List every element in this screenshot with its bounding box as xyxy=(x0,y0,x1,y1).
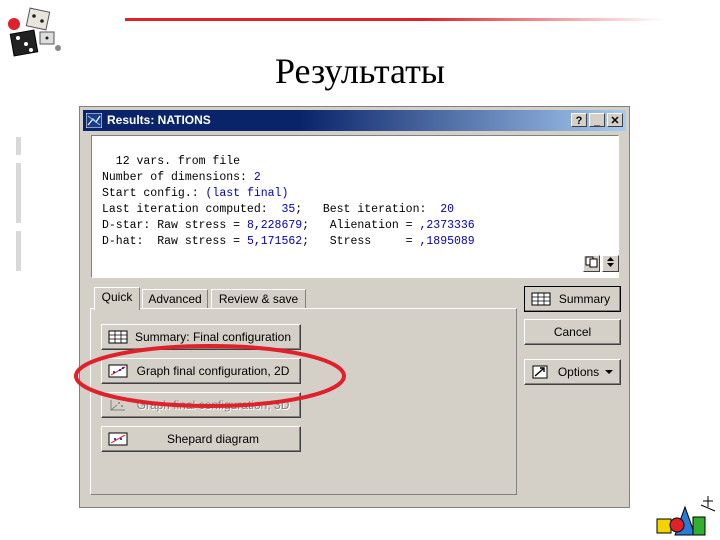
cancel-button[interactable]: Cancel xyxy=(524,319,621,345)
output-line: D-star: Raw stress = 8,228679; Alienatio… xyxy=(102,219,475,232)
shepard-diagram-button[interactable]: Shepard diagram xyxy=(101,426,301,452)
output-line: Number of dimensions: 2 xyxy=(102,171,261,184)
up-down-arrow-icon xyxy=(607,257,614,267)
output-line: D-hat: Raw stress = 5,171562; Stress = ,… xyxy=(102,235,475,248)
copy-output-button[interactable] xyxy=(583,255,600,272)
tab-review-save[interactable]: Review & save xyxy=(211,289,306,309)
chevron-down-icon xyxy=(605,370,613,374)
results-window: Results: NATIONS ? _ ✕ 12 vars. from fil… xyxy=(79,106,630,508)
expand-output-button[interactable] xyxy=(602,255,619,272)
options-icon xyxy=(532,365,548,379)
window-titlebar[interactable]: Results: NATIONS ? _ ✕ xyxy=(83,110,626,131)
slide-title: Результаты xyxy=(275,51,445,91)
shepard-icon xyxy=(108,432,128,446)
tab-advanced[interactable]: Advanced xyxy=(142,289,208,309)
copy-icon xyxy=(585,256,598,268)
output-line: Last iteration computed: 35; Best iterat… xyxy=(102,203,454,216)
output-line: Start config.: (last final) xyxy=(102,187,289,200)
window-title: Results: NATIONS xyxy=(107,113,211,127)
options-button[interactable]: Options xyxy=(524,359,621,385)
table-icon xyxy=(531,292,551,306)
left-marks xyxy=(16,137,21,467)
close-button[interactable]: ✕ xyxy=(607,113,623,127)
results-output: 12 vars. from file Number of dimensions:… xyxy=(91,135,619,278)
app-icon xyxy=(86,113,102,128)
minimize-button[interactable]: _ xyxy=(589,113,605,127)
highlight-ellipse xyxy=(74,344,346,408)
slide-top-rule xyxy=(125,18,665,21)
help-button[interactable]: ? xyxy=(571,113,587,127)
output-line: 12 vars. from file xyxy=(102,155,241,168)
tab-quick[interactable]: Quick xyxy=(94,287,140,310)
geometry-shapes-icon xyxy=(656,496,716,536)
summary-button[interactable]: Summary xyxy=(524,286,621,312)
